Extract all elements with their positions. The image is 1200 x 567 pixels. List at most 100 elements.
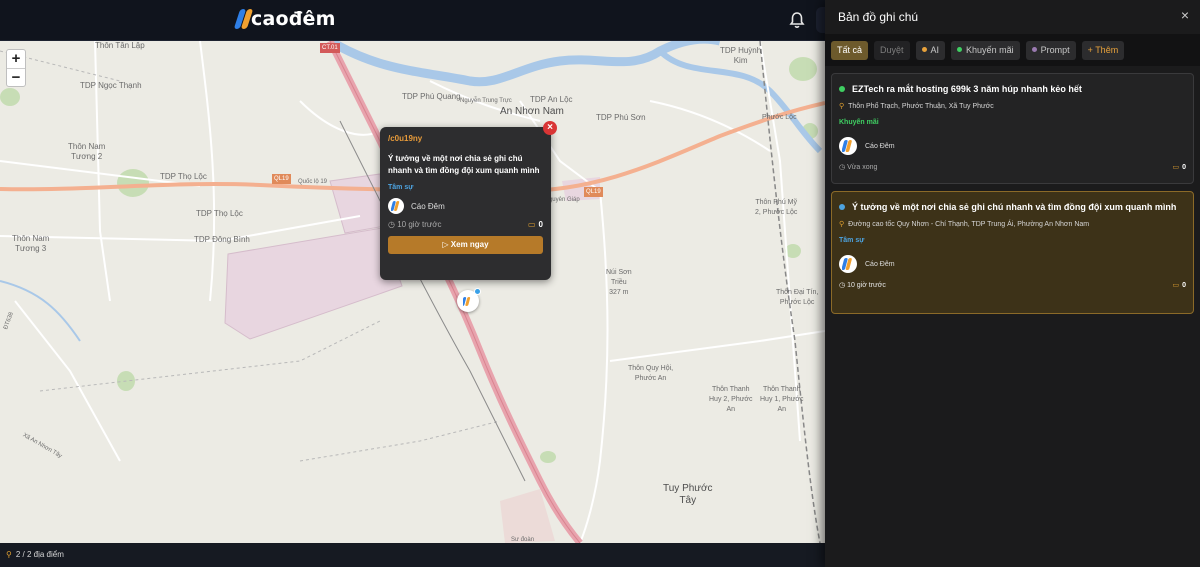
map-label-nguyen-trung-truc: Nguyễn Trung Trực	[460, 98, 512, 104]
popup-title: Ý tưởng về một nơi chia sẻ ghi chú nhanh…	[388, 154, 540, 175]
filter-bar: Tất cả Duyệt AI Khuyến mãi Prompt + Thêm	[825, 34, 1200, 66]
map-label-tdp-tho-loc-1: TDP Thọ Lộc	[160, 172, 207, 181]
map-label-thon-thanh-huy-1: Thôn Thanh Huy 1, Phước An	[760, 386, 804, 413]
note-card-address: ⚲ Thôn Phổ Trạch, Phước Thuận, Xã Tuy Phư…	[839, 102, 1186, 110]
filter-all[interactable]: Tất cả	[831, 40, 869, 60]
note-card-comments: ▭ 0	[1172, 281, 1186, 289]
map-label-thon-nam-tuong-3: Thôn Nam Tương 3	[12, 234, 50, 253]
map-popup: × /c0u19ny Ý tưởng về một nơi chia sẻ gh…	[380, 121, 557, 280]
filter-more-label: + Thêm	[1087, 44, 1119, 55]
note-card-author: Cáo Đêm	[839, 255, 1186, 273]
map-canvas[interactable]: Thôn Tân Lập TDP Ngọc Thạnh Thôn Nam Tươ…	[0, 41, 825, 543]
note-card-title: Ý tưởng về một nơi chia sẻ ghi chú nhanh…	[839, 200, 1186, 214]
map-label-tuy-phuoc-tay: Tuy Phước Tây	[663, 483, 713, 506]
panel-footer	[825, 543, 1200, 567]
map-label-thon-dai-tin: Thôn Đại Tín, Phước Lộc	[776, 289, 819, 306]
note-card-comments: ▭ 0	[1172, 163, 1186, 171]
panel-title: Bản đồ ghi chú	[838, 10, 919, 24]
logo[interactable]: caođêm	[233, 8, 336, 30]
map-label-nui-son-trieu: Núi Sơn Triều 327 m	[606, 269, 632, 296]
note-card-title: EZTech ra mắt hosting 699k 3 năm húp nha…	[839, 82, 1186, 96]
bottom-bar: ⚲ 2 / 2 địa điểm	[0, 543, 825, 567]
map-label-thon-quy-hoi: Thôn Quy Hội, Phước An	[628, 365, 674, 382]
filter-prompt[interactable]: Prompt	[1025, 40, 1076, 60]
notes-panel: Bản đồ ghi chú × Tất cả Duyệt AI Khuyến …	[825, 0, 1200, 567]
note-card-time: ◷ 10 giờ trước	[839, 281, 886, 289]
map-label-tdp-phu-quang: TDP Phú Quang	[402, 92, 461, 101]
filter-prompt-dot	[1031, 46, 1037, 52]
panel-close-button[interactable]: ×	[1181, 7, 1189, 23]
logo-mark-icon	[233, 8, 254, 30]
view-now-label: Xem ngay	[450, 240, 489, 249]
app-root: caođêm Thôn Tân Lập TDP Ngọc Thạnh Thôn …	[0, 0, 1200, 567]
avatar-logo-icon	[842, 140, 852, 152]
logo-text: caođêm	[251, 8, 336, 30]
filter-ai-dot	[921, 46, 927, 52]
filter-prompt-label: Prompt	[1040, 44, 1070, 55]
popup-comment-count: 0	[538, 220, 543, 229]
note-card-meta: ◷ 10 giờ trước ▭ 0	[839, 281, 1186, 289]
map-label-an-nhon-nam: An Nhơn Nam	[500, 106, 564, 117]
map-label-tdp-dong-binh: TDP Đông Bình	[194, 235, 250, 244]
note-category-dot	[839, 204, 845, 210]
map-tiles	[0, 41, 825, 543]
filter-promo[interactable]: Khuyến mãi	[951, 40, 1020, 60]
map-marker[interactable]	[457, 288, 481, 312]
map-label-tdp-an-loc: TDP An Lộc	[530, 95, 573, 104]
avatar	[839, 255, 857, 273]
map-label-quoc-lo-19: Quốc lộ 19	[298, 179, 328, 185]
clock-icon: ◷	[839, 164, 848, 171]
filter-more-button[interactable]: + Thêm	[1081, 40, 1125, 60]
popup-close-button[interactable]: ×	[543, 121, 557, 135]
filter-ai[interactable]: AI	[915, 40, 946, 60]
view-now-button[interactable]: ▷ Xem ngay	[388, 236, 543, 254]
note-category-dot	[839, 86, 845, 92]
map-label-phuoc-loc: Phước Lộc	[762, 114, 797, 121]
map-label-tdp-phu-son: TDP Phú Sơn	[596, 113, 646, 122]
location-count-text: 2 / 2 địa điểm	[15, 550, 64, 559]
bell-icon[interactable]	[789, 11, 805, 29]
location-pin-icon: ⚲	[839, 103, 845, 110]
filter-browse[interactable]: Duyệt	[874, 40, 910, 60]
popup-meta: ◷ 10 giờ trước ▭ 0	[388, 220, 543, 229]
note-card-author-name: Cáo Đêm	[865, 260, 895, 268]
map-label-thon-nam-tuong-2: Thôn Nam Tương 2	[68, 142, 106, 161]
map-label-thon-phu-my: Thôn Phú Mỹ 2, Phước Lộc	[755, 199, 798, 216]
note-card[interactable]: EZTech ra mắt hosting 699k 3 năm húp nha…	[831, 73, 1194, 184]
note-card-address: ⚲ Đường cao tốc Quy Nhơn - Chí Thạnh, TDP…	[839, 220, 1186, 228]
avatar-logo-icon	[842, 258, 852, 270]
popup-comments: ▭ 0	[528, 220, 543, 229]
location-count: ⚲ 2 / 2 địa điểm	[6, 550, 64, 559]
note-card-comment-count: 0	[1182, 282, 1186, 289]
comment-icon: ▭	[527, 220, 536, 229]
note-card-address-text: Đường cao tốc Quy Nhơn - Chí Thạnh, TDP …	[848, 221, 1090, 228]
zoom-out-button[interactable]: −	[7, 68, 25, 86]
map-label-thon-thanh-huy-2: Thôn Thanh Huy 2, Phước An	[709, 386, 753, 413]
filter-promo-dot	[957, 46, 963, 52]
location-pin-icon: ⚲	[6, 550, 12, 559]
note-card-author-name: Cáo Đêm	[865, 142, 895, 150]
note-card-comment-count: 0	[1182, 164, 1186, 171]
note-card-address-text: Thôn Phổ Trạch, Phước Thuận, Xã Tuy Phướ…	[848, 103, 994, 110]
note-card-selected[interactable]: Ý tưởng về một nơi chia sẻ ghi chú nhanh…	[831, 191, 1194, 314]
popup-author-name: Cáo Đêm	[411, 201, 445, 211]
note-card-tag: Tâm sự	[839, 237, 865, 244]
filter-ai-label: AI	[930, 44, 940, 55]
panel-header: Bản đồ ghi chú ×	[825, 0, 1200, 34]
note-card-time: ◷ Vừa xong	[839, 163, 877, 171]
map-label-tdp-huynh-kim: TDP Huỳnh Kim	[720, 46, 762, 65]
avatar	[388, 198, 404, 214]
map-label-thon-tan-lap: Thôn Tân Lập	[95, 41, 145, 50]
filter-promo-label: Khuyến mãi	[966, 44, 1014, 55]
note-card-title-text: Ý tưởng về một nơi chia sẻ ghi chú nhanh…	[852, 202, 1177, 212]
map-label-tdp-tho-loc-2: TDP Thọ Lộc	[196, 209, 243, 218]
avatar	[839, 137, 857, 155]
map-label-su-doan: Sư đoàn	[511, 537, 535, 543]
note-card-author: Cáo Đêm	[839, 137, 1186, 155]
note-card-time-text: 10 giờ trước	[847, 282, 886, 289]
popup-handle[interactable]: /c0u19ny	[388, 134, 543, 143]
marker-status-dot	[474, 288, 481, 295]
note-card-meta: ◷ Vừa xong ▭ 0	[839, 163, 1186, 171]
filter-browse-label: Duyệt	[880, 44, 904, 55]
zoom-in-button[interactable]: +	[7, 50, 25, 68]
